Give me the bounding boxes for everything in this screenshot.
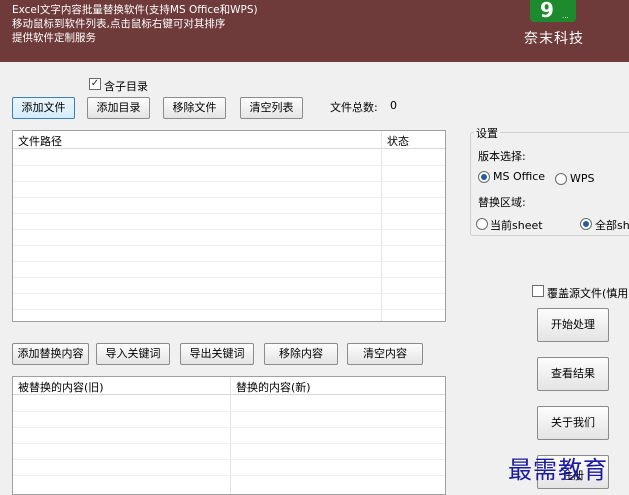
wps-radio[interactable]	[555, 173, 567, 185]
column-divider	[230, 377, 231, 494]
include-subdir-label: 含子目录	[104, 80, 148, 93]
current-sheet-label: 当前sheet	[490, 219, 543, 232]
row-line	[13, 261, 445, 262]
row-line	[13, 277, 445, 278]
overwrite-source-checkbox[interactable]	[532, 285, 544, 297]
row-line	[13, 213, 445, 214]
row-line	[13, 293, 445, 294]
row-line	[13, 181, 445, 182]
remove-content-button[interactable]: 移除内容	[264, 343, 338, 365]
logo-dots: ...	[562, 12, 569, 20]
app-header: Excel文字内容批量替换软件(支持MS Office和WPS) 移动鼠标到软件…	[0, 0, 629, 62]
view-results-button[interactable]: 查看结果	[537, 357, 609, 391]
all-sheets-radio[interactable]	[580, 218, 592, 230]
ms-office-label: MS Office	[493, 170, 546, 183]
about-us-button[interactable]: 关于我们	[537, 406, 609, 440]
file-count-value: 0	[390, 99, 397, 112]
file-table[interactable]: 文件路径 状态	[12, 130, 446, 322]
row-line	[13, 411, 445, 412]
file-count-label: 文件总数:	[330, 101, 378, 114]
row-line	[13, 427, 445, 428]
new-content-column-header[interactable]: 替换的内容(新)	[236, 379, 311, 395]
file-path-column-header[interactable]: 文件路径	[18, 133, 62, 149]
area-label: 替换区域:	[478, 196, 526, 209]
settings-title: 设置	[474, 125, 500, 141]
clear-list-button[interactable]: 清空列表	[240, 97, 303, 119]
row-line	[13, 229, 445, 230]
status-column-header[interactable]: 状态	[387, 133, 409, 149]
header-line-1: Excel文字内容批量替换软件(支持MS Office和WPS)	[12, 4, 258, 16]
header-line-3: 提供软件定制服务	[12, 32, 96, 44]
old-content-column-header[interactable]: 被替换的内容(旧)	[18, 379, 104, 395]
all-sheets-label: 全部she	[595, 219, 629, 232]
header-line-2: 移动鼠标到软件列表,点击鼠标右键可对其排序	[12, 18, 226, 30]
clear-content-button[interactable]: 清空内容	[347, 343, 423, 365]
overwrite-source-label: 覆盖源文件(慎用)	[547, 287, 629, 300]
wps-label: WPS	[570, 172, 595, 185]
add-file-button[interactable]: 添加文件	[12, 97, 75, 119]
logo-mark: 9	[540, 0, 554, 22]
row-line	[13, 165, 445, 166]
row-line	[13, 475, 445, 476]
logo-icon: 9 ...	[530, 0, 576, 22]
row-line	[13, 245, 445, 246]
add-replace-content-button[interactable]: 添加替换内容	[12, 343, 89, 365]
row-line	[13, 459, 445, 460]
remove-file-button[interactable]: 移除文件	[163, 97, 226, 119]
import-keywords-button[interactable]: 导入关键词	[96, 343, 170, 365]
start-processing-button[interactable]: 开始处理	[537, 308, 609, 342]
watermark-text: 最需教育	[508, 456, 608, 484]
row-line	[13, 197, 445, 198]
include-subdir-checkbox[interactable]: ✓	[89, 78, 101, 90]
export-keywords-button[interactable]: 导出关键词	[180, 343, 254, 365]
brand-name: 奈末科技	[524, 31, 584, 47]
replace-table-header: 被替换的内容(旧) 替换的内容(新)	[13, 377, 445, 395]
replace-table[interactable]: 被替换的内容(旧) 替换的内容(新)	[12, 376, 446, 495]
add-directory-button[interactable]: 添加目录	[87, 97, 150, 119]
row-line	[13, 443, 445, 444]
row-line	[13, 309, 445, 310]
version-label: 版本选择:	[478, 150, 526, 163]
current-sheet-radio[interactable]	[476, 218, 488, 230]
ms-office-radio[interactable]	[478, 171, 490, 183]
